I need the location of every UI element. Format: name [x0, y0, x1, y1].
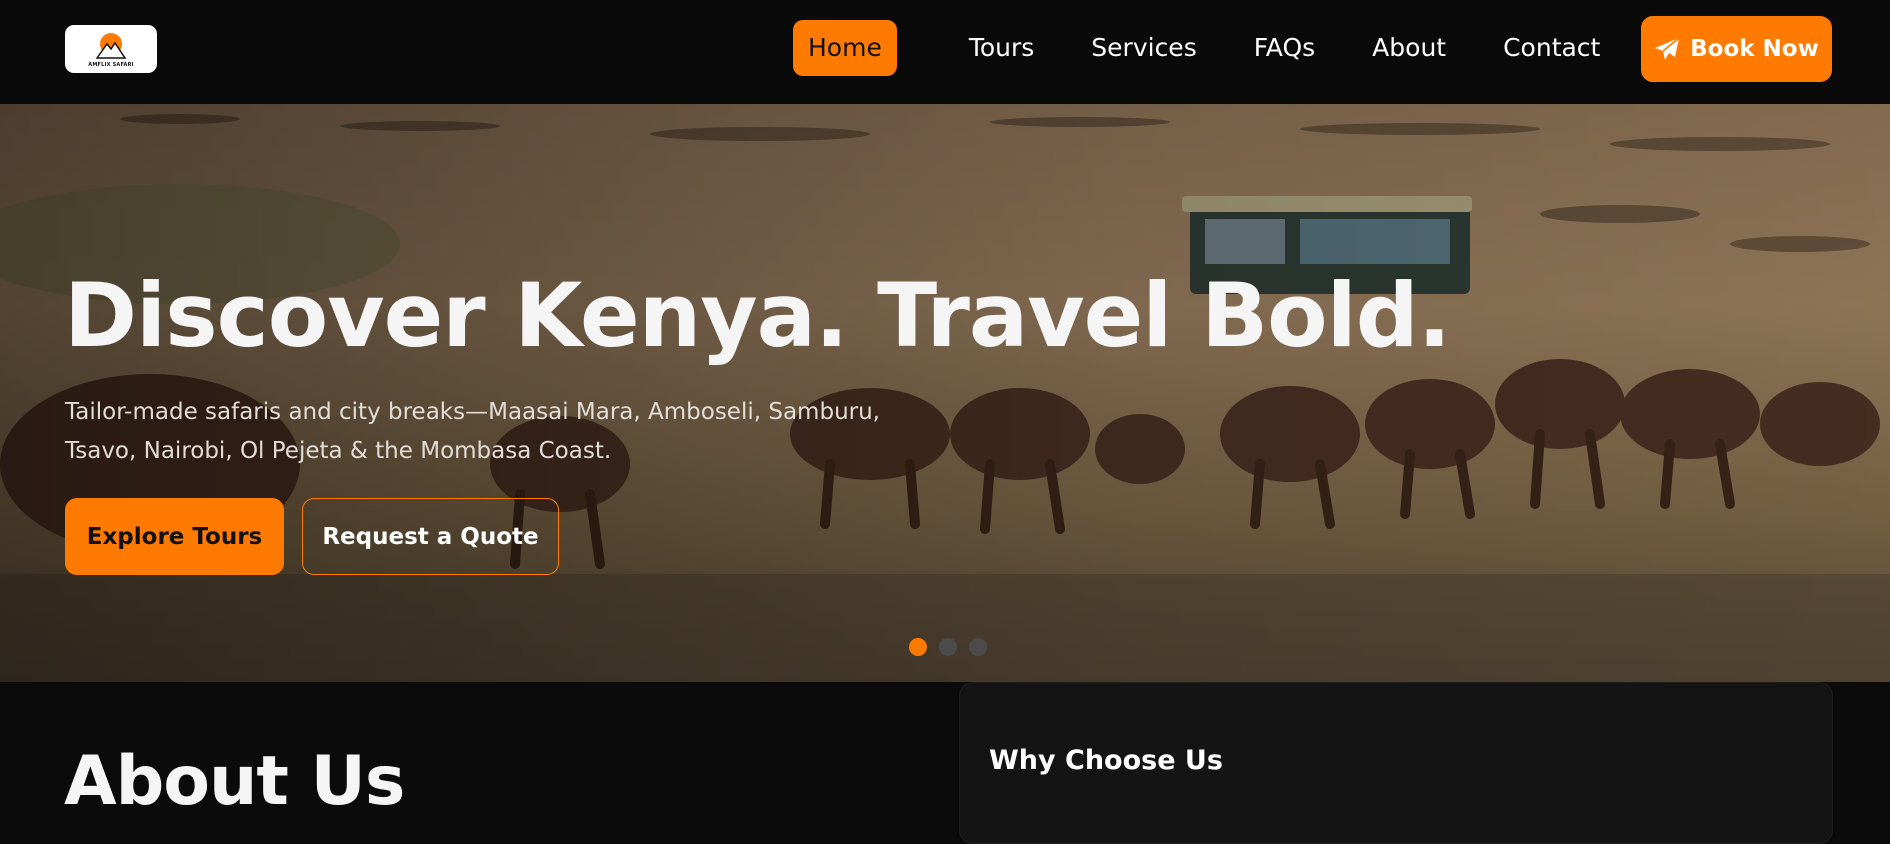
about-us-heading: About Us [64, 742, 405, 821]
site-header: AMFLIX SAFARI Home Tours Services FAQs A… [0, 0, 1890, 104]
main-nav: Home Tours Services FAQs About Contact [793, 20, 1600, 76]
why-choose-us-heading: Why Choose Us [989, 745, 1223, 776]
nav-faqs[interactable]: FAQs [1254, 20, 1315, 76]
paper-plane-icon [1655, 37, 1680, 60]
nav-contact[interactable]: Contact [1503, 20, 1600, 76]
logo-text: AMFLIX SAFARI [88, 61, 134, 68]
hero-subtitle-line-2: Tsavo, Nairobi, Ol Pejeta & the Mombasa … [65, 438, 612, 464]
explore-tours-button[interactable]: Explore Tours [65, 498, 284, 575]
book-now-label: Book Now [1690, 36, 1819, 62]
hero-subtitle: Tailor-made safaris and city breaks—Maas… [65, 393, 965, 471]
request-quote-button[interactable]: Request a Quote [302, 498, 559, 575]
book-now-button[interactable]: Book Now [1641, 16, 1832, 82]
carousel-dot-1[interactable] [909, 638, 927, 656]
nav-services[interactable]: Services [1091, 20, 1196, 76]
nav-about[interactable]: About [1372, 20, 1446, 76]
logo[interactable]: AMFLIX SAFARI [65, 25, 157, 73]
hero-subtitle-line-1: Tailor-made safaris and city breaks—Maas… [65, 399, 880, 425]
carousel-dots [909, 638, 987, 656]
hero-section: Discover Kenya. Travel Bold. Tailor-made… [0, 104, 1890, 682]
nav-home[interactable]: Home [793, 20, 897, 76]
carousel-dot-3[interactable] [969, 638, 987, 656]
logo-mountain-icon [95, 32, 127, 59]
carousel-dot-2[interactable] [939, 638, 957, 656]
nav-tours[interactable]: Tours [969, 20, 1034, 76]
hero-title: Discover Kenya. Travel Bold. [64, 264, 1451, 367]
